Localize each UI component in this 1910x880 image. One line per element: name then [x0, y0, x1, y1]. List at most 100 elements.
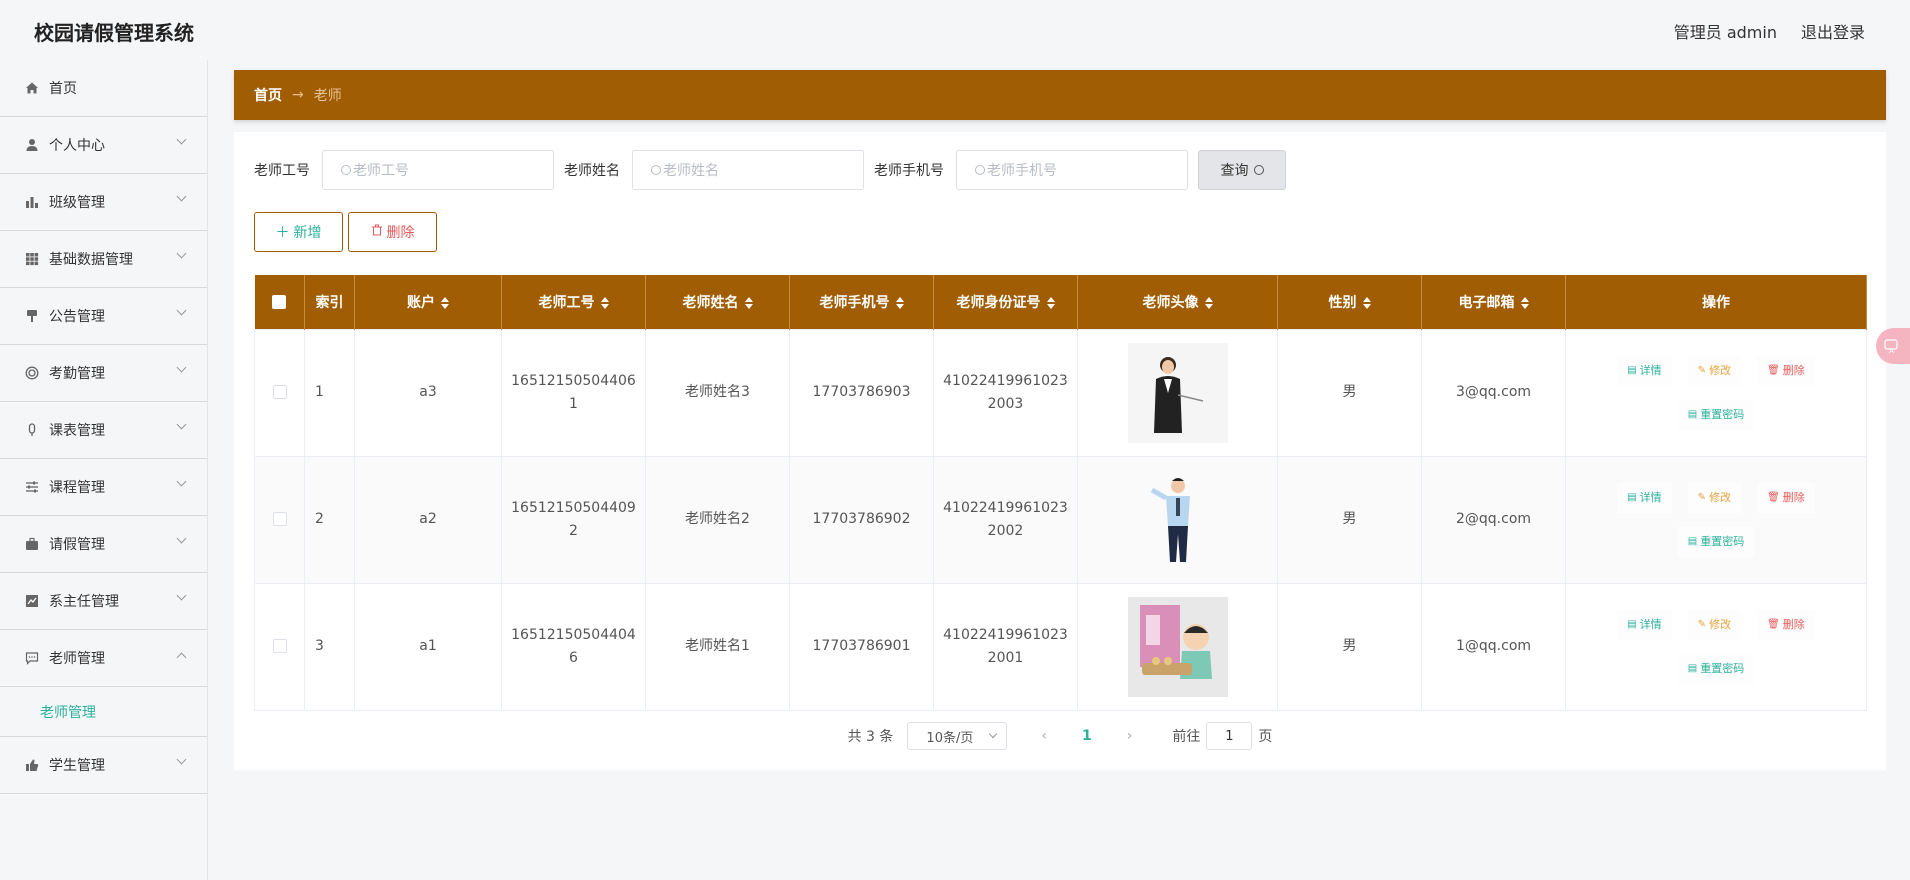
floating-widget-icon[interactable]: A — [1876, 328, 1910, 364]
table-header-row: 索引 账户 老师工号 老师姓名 老师手机号 老师身份证号 老师头像 性别 电子邮… — [254, 275, 1867, 329]
col-header-avatar[interactable]: 老师头像 — [1077, 275, 1278, 329]
col-header-ops: 操作 — [1565, 275, 1867, 329]
sort-icon[interactable] — [600, 296, 609, 309]
sidebar-item-notice[interactable]: 公告管理 — [0, 288, 207, 345]
sidebar-item-teacher[interactable]: 老师管理 — [0, 630, 207, 687]
cell-phone: 17703786901 — [789, 582, 934, 711]
sidebar-item-label: 首页 — [49, 81, 77, 97]
row-checkbox[interactable] — [254, 328, 305, 457]
sidebar-item-basic-data[interactable]: 基础数据管理 — [0, 231, 207, 288]
delete-button[interactable]: 🗑 删除 — [1757, 609, 1815, 640]
col-header-account[interactable]: 账户 — [354, 275, 502, 329]
teacher-avatar-image[interactable] — [1127, 596, 1228, 697]
sort-icon[interactable] — [1520, 296, 1529, 309]
search-label-teacher-name: 老师姓名 — [564, 163, 620, 179]
col-header-gender[interactable]: 性别 — [1277, 275, 1422, 329]
reset-password-button[interactable]: ▤ 重置密码 — [1677, 653, 1755, 684]
search-input-teacher-no[interactable]: 老师工号 — [322, 150, 554, 190]
sort-icon[interactable] — [895, 296, 904, 309]
col-header-phone[interactable]: 老师手机号 — [789, 275, 934, 329]
cell-avatar — [1077, 582, 1278, 711]
sidebar-item-leave[interactable]: 请假管理 — [0, 516, 207, 573]
document-icon: ▤ — [1687, 536, 1698, 547]
add-button[interactable]: ＋ 新增 — [254, 212, 343, 252]
detail-button[interactable]: ▤ 详情 — [1617, 609, 1672, 640]
teacher-avatar-image[interactable] — [1127, 342, 1228, 443]
document-icon: ▤ — [1687, 409, 1698, 420]
sidebar-item-class[interactable]: 班级管理 — [0, 174, 207, 231]
sidebar-item-attendance[interactable]: 考勤管理 — [0, 345, 207, 402]
delete-button[interactable]: 🗑 删除 — [1757, 482, 1815, 513]
next-page-button[interactable]: › — [1127, 728, 1133, 744]
delete-button[interactable]: 🗑 删除 — [1757, 355, 1815, 386]
pencil-icon: ✎ — [1697, 492, 1707, 503]
chevron-down-icon — [176, 248, 187, 259]
edit-button[interactable]: ✎ 修改 — [1687, 355, 1742, 386]
goto-page-input[interactable]: 1 — [1206, 722, 1253, 750]
sidebar-item-label: 课表管理 — [49, 423, 105, 439]
chevron-down-icon — [176, 754, 187, 765]
cell-id-card: 410224199610232003 — [933, 328, 1078, 457]
sidebar-item-label: 请假管理 — [49, 537, 105, 553]
reset-password-button[interactable]: ▤ 重置密码 — [1677, 526, 1755, 557]
sidebar-item-course[interactable]: 课程管理 — [0, 459, 207, 516]
sort-icon[interactable] — [1362, 296, 1371, 309]
cell-account: a3 — [354, 328, 502, 457]
cell-email: 3@qq.com — [1421, 328, 1566, 457]
logout-button[interactable]: 退出登录 — [1801, 19, 1865, 43]
sort-icon[interactable] — [441, 296, 449, 309]
sidebar-item-dept-head[interactable]: 系主任管理 — [0, 573, 207, 630]
col-header-email[interactable]: 电子邮箱 — [1421, 275, 1566, 329]
select-all-checkbox[interactable] — [254, 275, 305, 329]
chevron-down-icon — [989, 729, 998, 739]
row-checkbox[interactable] — [254, 582, 305, 711]
reset-password-button[interactable]: ▤ 重置密码 — [1677, 399, 1755, 430]
search-input-teacher-name[interactable]: 老师姓名 — [632, 150, 864, 190]
cell-ops: ▤ 详情 ✎ 修改 🗑 删除 ▤ 重置密码 — [1565, 328, 1867, 457]
table-row: 3 a1 165121505044046 老师姓名1 17703786901 4… — [254, 582, 1867, 711]
cell-account: a2 — [354, 455, 502, 584]
col-header-name[interactable]: 老师姓名 — [645, 275, 790, 329]
page-size-select[interactable]: 10条/页 — [907, 722, 1008, 750]
sidebar-item-label: 公告管理 — [49, 309, 105, 325]
cell-teacher-no: 165121505044092 — [501, 455, 646, 584]
cell-teacher-no: 165121505044046 — [501, 582, 646, 711]
teacher-avatar-image[interactable] — [1127, 469, 1228, 570]
pencil-icon: ✎ — [1697, 619, 1707, 630]
sidebar-item-label: 老师管理 — [49, 651, 105, 667]
mic-icon — [24, 422, 40, 438]
cell-ops: ▤ 详情 ✎ 修改 🗑 删除 ▤ 重置密码 — [1565, 455, 1867, 584]
edit-button[interactable]: ✎ 修改 — [1687, 482, 1742, 513]
detail-button[interactable]: ▤ 详情 — [1617, 355, 1672, 386]
sort-icon[interactable] — [1204, 296, 1213, 309]
row-checkbox[interactable] — [254, 455, 305, 584]
chevron-down-icon — [176, 134, 187, 145]
cell-phone: 17703786903 — [789, 328, 934, 457]
sidebar-item-home[interactable]: 首页 — [0, 60, 207, 117]
trash-icon — [371, 224, 383, 240]
chevron-down-icon — [176, 191, 187, 202]
edit-button[interactable]: ✎ 修改 — [1687, 609, 1742, 640]
sidebar-subitem-teacher-manage[interactable]: 老师管理 — [0, 687, 207, 737]
page-number[interactable]: 1 — [1082, 728, 1092, 744]
prev-page-button[interactable]: ‹ — [1041, 728, 1047, 744]
query-button[interactable]: 查询 — [1198, 150, 1286, 190]
breadcrumb-home[interactable]: 首页 — [254, 85, 282, 105]
sliders-icon — [24, 479, 40, 495]
chat-icon — [24, 650, 40, 666]
action-bar: ＋ 新增 删除 — [254, 212, 437, 252]
sidebar-item-profile[interactable]: 个人中心 — [0, 117, 207, 174]
detail-button[interactable]: ▤ 详情 — [1617, 482, 1672, 513]
col-header-teacher-no[interactable]: 老师工号 — [501, 275, 646, 329]
search-input-teacher-phone[interactable]: 老师手机号 — [956, 150, 1188, 190]
sort-icon[interactable] — [1046, 296, 1055, 309]
sort-icon[interactable] — [744, 296, 753, 309]
chevron-down-icon — [176, 419, 187, 430]
sidebar-item-student[interactable]: 学生管理 — [0, 737, 207, 794]
document-icon: ▤ — [1627, 365, 1637, 376]
batch-delete-button[interactable]: 删除 — [348, 212, 437, 252]
col-header-id-card[interactable]: 老师身份证号 — [933, 275, 1078, 329]
sidebar-item-timetable[interactable]: 课表管理 — [0, 402, 207, 459]
cell-gender: 男 — [1277, 328, 1422, 457]
current-user[interactable]: 管理员 admin — [1674, 19, 1777, 43]
